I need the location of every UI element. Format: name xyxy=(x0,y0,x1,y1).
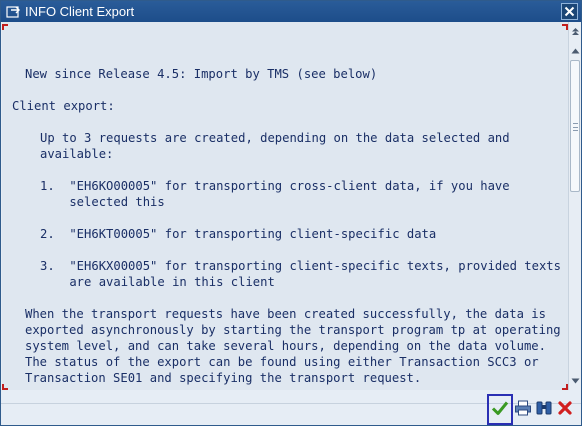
paragraph-line: The status of the export can be found us… xyxy=(25,355,539,369)
list-item-line: 3. "EH6KX00005" for transporting client-… xyxy=(40,259,561,273)
chevron-up-icon xyxy=(571,39,580,58)
chevron-down-icon xyxy=(571,369,580,388)
continue-button[interactable] xyxy=(487,394,513,425)
binoculars-icon xyxy=(535,400,553,420)
list-item-line: selected this xyxy=(40,195,165,209)
scroll-thumb[interactable] xyxy=(570,60,580,192)
corner-mark xyxy=(2,24,8,30)
paragraph-line: Transaction SE01 and specifying the tran… xyxy=(25,371,422,385)
double-chevron-up-icon xyxy=(571,21,580,40)
paragraph-line: Up to 3 requests are created, depending … xyxy=(40,131,510,145)
scroll-top-button[interactable] xyxy=(569,24,581,36)
window-title: INFO Client Export xyxy=(25,4,135,19)
title-bar: INFO Client Export xyxy=(1,1,581,22)
list-item-line: 2. "EH6KT00005" for transporting client-… xyxy=(40,227,437,241)
paragraph-line: When the transport requests have been cr… xyxy=(25,307,546,321)
release-note-line: New since Release 4.5: Import by TMS (se… xyxy=(25,67,378,81)
paragraph-line: system level, and can take several hours… xyxy=(25,339,546,353)
dialog-footer xyxy=(1,390,581,425)
close-icon xyxy=(564,2,575,21)
printer-icon xyxy=(514,400,532,420)
print-button[interactable] xyxy=(513,400,533,420)
info-dialog-window: INFO Client Export New since Release 4.5… xyxy=(0,0,582,426)
grip-icon xyxy=(573,123,578,131)
checkmark-icon xyxy=(491,400,509,420)
paragraph-line: available: xyxy=(40,147,114,161)
paragraph-line: exported asynchronously by starting the … xyxy=(25,323,561,337)
scroll-down-button[interactable] xyxy=(569,372,581,384)
list-item-line: are available in this client xyxy=(40,275,275,289)
vertical-scrollbar[interactable] xyxy=(568,22,581,390)
list-item-line: 1. "EH6KO00005" for transporting cross-c… xyxy=(40,179,510,193)
window-menu-icon[interactable] xyxy=(6,4,21,18)
red-x-icon xyxy=(557,400,573,420)
scroll-up-button[interactable] xyxy=(569,42,581,54)
info-text-area: New since Release 4.5: Import by TMS (se… xyxy=(2,22,568,390)
find-button[interactable] xyxy=(534,400,554,420)
close-button[interactable] xyxy=(561,3,578,20)
cancel-button[interactable] xyxy=(555,400,575,420)
section-heading: Client export: xyxy=(12,99,115,113)
